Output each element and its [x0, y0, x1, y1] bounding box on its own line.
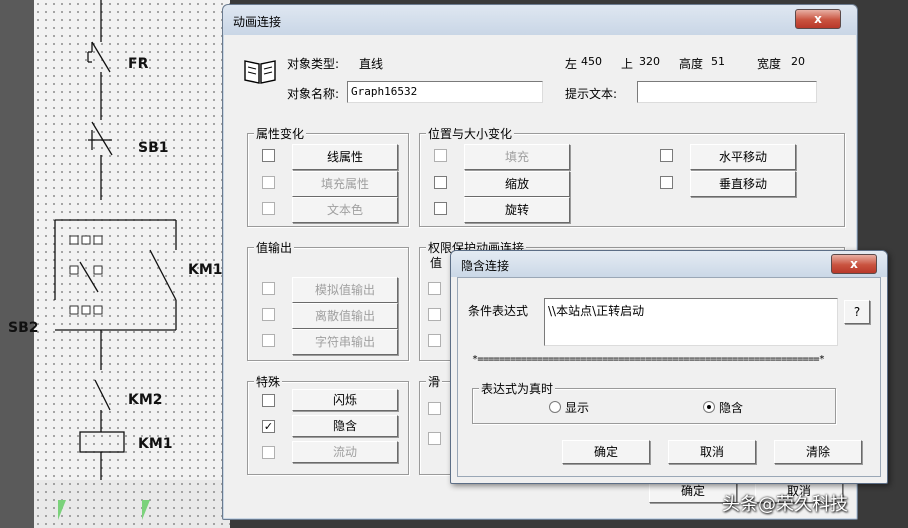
group-special: 特殊 闪烁 ✓ 隐含 流动	[247, 373, 409, 475]
group-special-title: 特殊	[254, 373, 283, 390]
checkbox-hide[interactable]: ✓	[262, 420, 275, 433]
label-fr: FR	[128, 56, 149, 72]
label-km1-contact: KM1	[188, 262, 223, 278]
checkbox-slider-1	[428, 402, 441, 415]
checkbox-analog-output	[262, 282, 275, 295]
hint-text-field[interactable]	[637, 81, 817, 103]
hide-link-dialog: 隐含连接 x 条件表达式 \\本站点\正转启动 ? *=============…	[450, 250, 888, 484]
checkbox-flow	[262, 446, 275, 459]
subdialog-ok-button[interactable]: 确定	[562, 440, 650, 464]
height-label: 高度	[679, 57, 704, 71]
label-sb1: SB1	[138, 140, 169, 156]
subdialog-close-button[interactable]: x	[831, 254, 877, 274]
group-property-title: 属性变化	[254, 125, 307, 142]
vertical-move-button[interactable]: 垂直移动	[690, 171, 796, 197]
checkbox-security-3	[428, 334, 441, 347]
condition-label: 条件表达式	[468, 304, 529, 318]
subdialog-title: 隐含连接	[461, 259, 510, 273]
object-type-value: 直线	[359, 57, 384, 71]
subdialog-clear-button[interactable]: 清除	[774, 440, 862, 464]
radio-hide[interactable]	[703, 401, 715, 413]
checkbox-fill-property	[262, 176, 275, 189]
separator: *=======================================…	[472, 354, 825, 365]
condition-expression-field[interactable]: \\本站点\正转启动	[544, 298, 838, 346]
radio-hide-label: 隐含	[719, 401, 744, 415]
hint-text-label: 提示文本:	[565, 87, 618, 101]
radio-show-label: 显示	[565, 401, 590, 415]
checkbox-fill	[434, 149, 447, 162]
checkbox-string-output	[262, 334, 275, 347]
text-color-button: 文本色	[292, 197, 398, 223]
object-type-label: 对象类型:	[287, 57, 340, 71]
checkbox-rotate[interactable]	[434, 202, 447, 215]
rotate-button[interactable]: 旋转	[464, 197, 570, 223]
group-value-output-title: 值输出	[254, 239, 295, 256]
radio-show[interactable]	[549, 401, 561, 413]
width-value: 20	[791, 55, 805, 68]
string-output-button: 字符串输出	[292, 329, 398, 355]
label-sb2: SB2	[8, 320, 39, 336]
height-value: 51	[711, 55, 725, 68]
checkbox-vertical-move[interactable]	[660, 176, 673, 189]
checkbox-horizontal-move[interactable]	[660, 149, 673, 162]
group-position-title: 位置与大小变化	[426, 125, 515, 142]
checkbox-security-2	[428, 308, 441, 321]
checkbox-scale[interactable]	[434, 176, 447, 189]
analog-output-button: 模拟值输出	[292, 277, 398, 303]
dialog-title-bar[interactable]: 动画连接 x	[223, 5, 857, 35]
checkbox-discrete-output	[262, 308, 275, 321]
left-label: 左	[565, 57, 578, 71]
group-when-true: 表达式为真时 显示 隐含	[472, 380, 836, 424]
line-property-button[interactable]: 线属性	[292, 144, 398, 170]
checkbox-flash[interactable]	[262, 394, 275, 407]
group-property-change: 属性变化 线属性 填充属性 文本色	[247, 125, 409, 227]
checkbox-security-1	[428, 282, 441, 295]
checkbox-line-property[interactable]	[262, 149, 275, 162]
width-label: 宽度	[757, 57, 782, 71]
condition-expression-value: \\本站点\正转启动	[548, 304, 645, 318]
fill-button: 填充	[464, 144, 570, 170]
label-km1-coil: KM1	[138, 436, 173, 452]
label-km2: KM2	[128, 392, 163, 408]
left-value: 450	[581, 55, 602, 68]
scale-button[interactable]: 缩放	[464, 171, 570, 197]
checkbox-text-color	[262, 202, 275, 215]
dialog-close-button[interactable]: x	[795, 9, 841, 29]
watermark: 头条@荣久科技	[722, 494, 848, 515]
book-icon	[244, 60, 276, 84]
dialog-title: 动画连接	[233, 15, 282, 29]
top-label: 上	[621, 57, 634, 71]
group-slider-title: 滑	[426, 373, 443, 390]
object-name-field[interactable]: Graph16532	[347, 81, 543, 103]
subdialog-cancel-button[interactable]: 取消	[668, 440, 756, 464]
object-name-label: 对象名称:	[287, 87, 340, 101]
security-inner-title: 值	[430, 256, 443, 270]
browse-button[interactable]: ?	[844, 300, 870, 324]
when-true-title: 表达式为真时	[479, 380, 556, 397]
flow-button: 流动	[292, 441, 398, 463]
horizontal-move-button[interactable]: 水平移动	[690, 144, 796, 170]
fill-property-button: 填充属性	[292, 171, 398, 197]
discrete-output-button: 离散值输出	[292, 303, 398, 329]
subdialog-client: 条件表达式 \\本站点\正转启动 ? *====================…	[457, 277, 881, 477]
top-value: 320	[639, 55, 660, 68]
subdialog-title-bar[interactable]: 隐含连接 x	[451, 251, 887, 277]
group-value-output: 值输出 模拟值输出 离散值输出 字符串输出	[247, 239, 409, 361]
flash-button[interactable]: 闪烁	[292, 389, 398, 411]
checkbox-slider-2	[428, 432, 441, 445]
group-position-size: 位置与大小变化 填充 缩放 旋转 水平移动 垂直移动	[419, 125, 845, 227]
object-name-value: Graph16532	[351, 85, 418, 98]
hide-button[interactable]: 隐含	[292, 415, 398, 437]
